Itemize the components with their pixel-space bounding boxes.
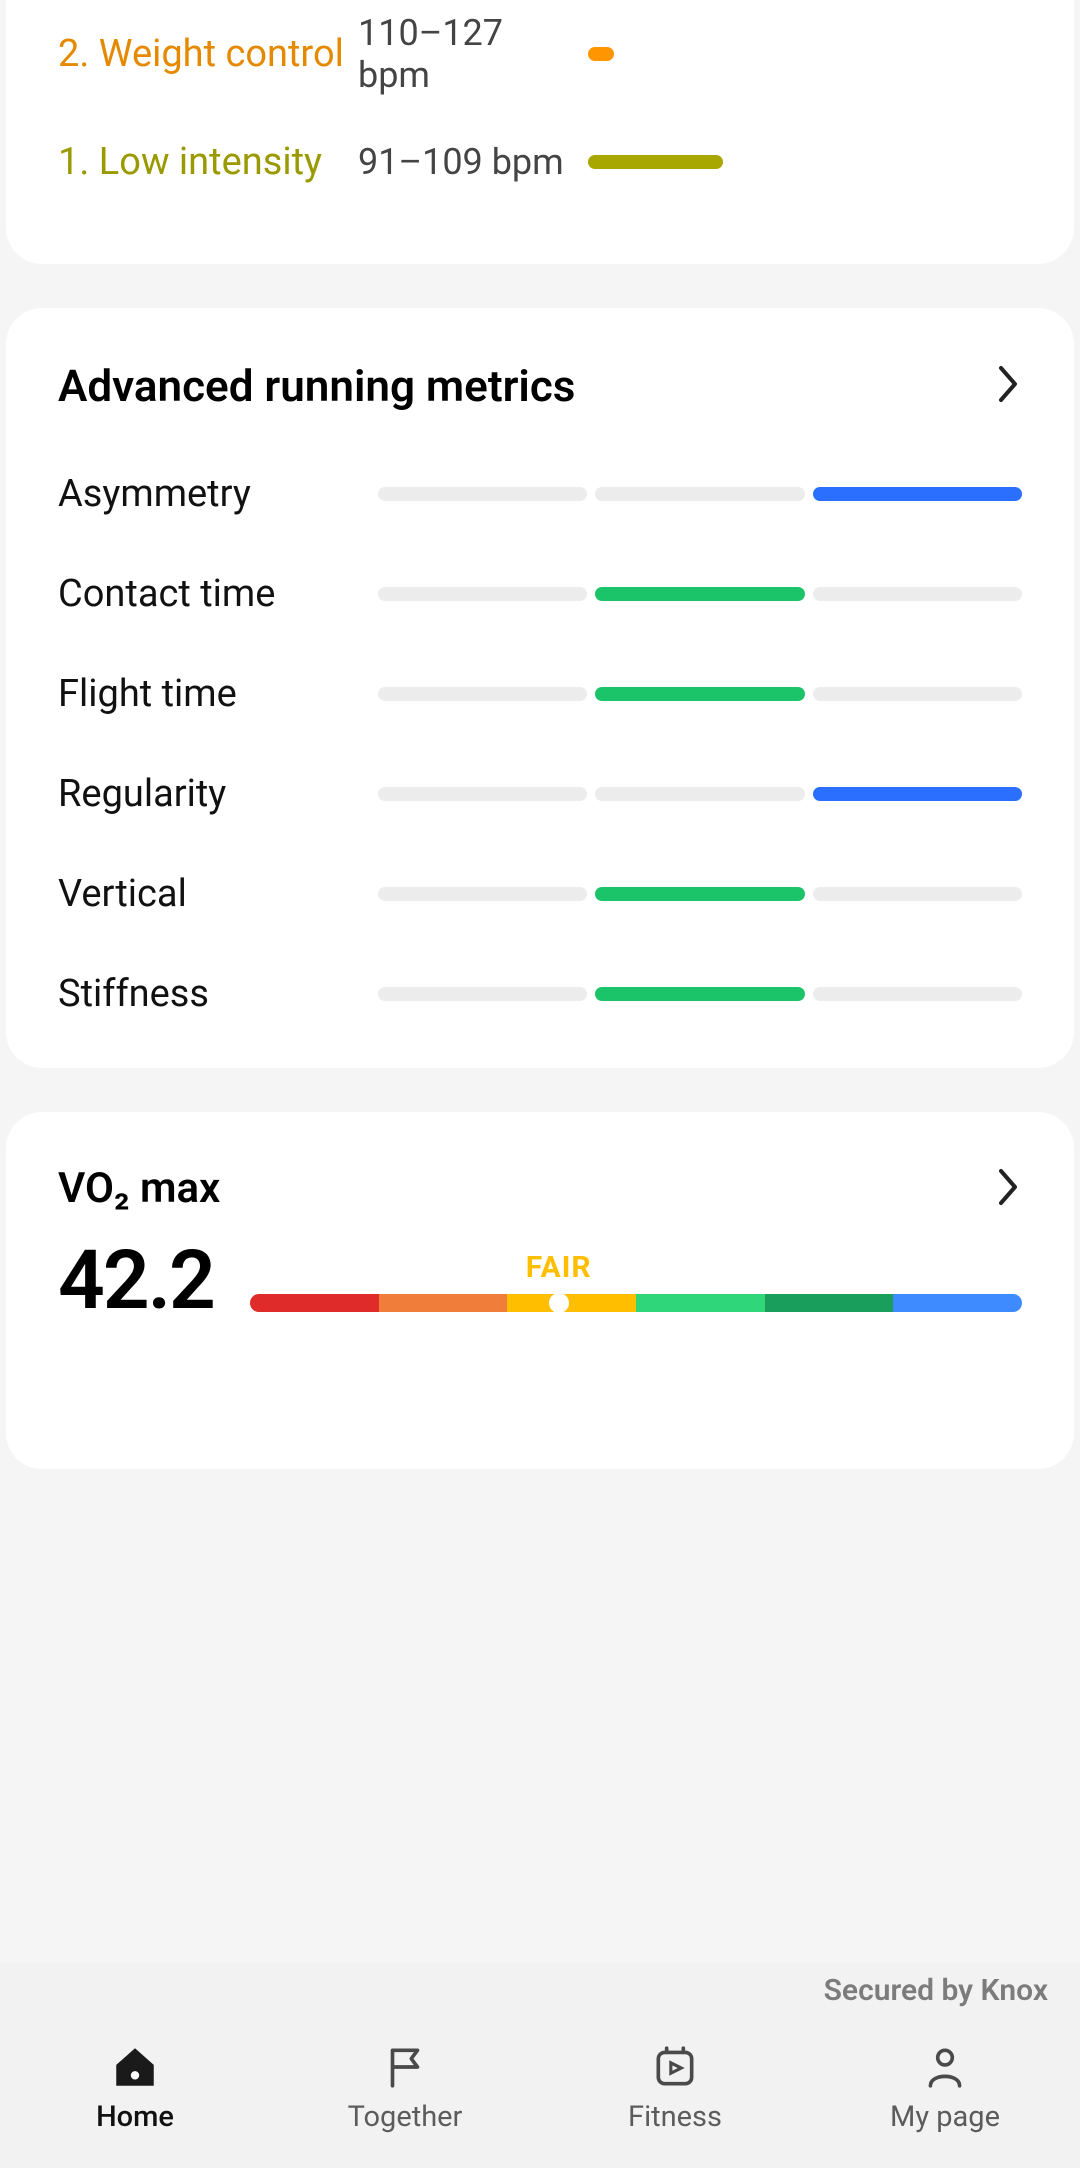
tab-fitness[interactable]: Fitness xyxy=(540,2008,810,2168)
hr-zone-row: 2. Weight control 110–127 bpm xyxy=(58,0,1022,108)
bottom-tabs: Home Together Fitness My page xyxy=(0,2008,1080,2168)
metric-bar xyxy=(378,587,1022,601)
advanced-running-metrics-card[interactable]: Advanced running metrics Asymmetry Contac… xyxy=(6,308,1074,1068)
hr-zone-range: 110–127 bpm xyxy=(358,12,578,96)
hr-zone-label: 2. Weight control xyxy=(58,32,358,76)
vo2-content: 42.2 FAIR xyxy=(58,1233,1022,1329)
metric-label: Contact time xyxy=(58,572,378,616)
metrics-title: Advanced running metrics xyxy=(58,360,575,412)
tab-together[interactable]: Together xyxy=(270,2008,540,2168)
chevron-right-icon xyxy=(996,1167,1022,1211)
metric-row: Regularity xyxy=(58,772,1022,816)
vo2-header[interactable]: VO₂ max xyxy=(58,1164,1022,1213)
metric-row: Flight time xyxy=(58,672,1022,716)
person-icon xyxy=(920,2042,970,2092)
hr-zone-label: 1. Low intensity xyxy=(58,140,358,184)
metrics-header[interactable]: Advanced running metrics xyxy=(58,360,1022,412)
hr-zone-range: 91–109 bpm xyxy=(358,141,578,183)
chevron-right-icon xyxy=(996,364,1022,408)
metric-bar xyxy=(378,787,1022,801)
hr-zones-card: 2. Weight control 110–127 bpm 1. Low int… xyxy=(6,0,1074,264)
metric-row: Asymmetry xyxy=(58,472,1022,516)
metric-label: Vertical xyxy=(58,872,378,916)
hr-zone-bar xyxy=(578,47,1022,61)
vo2-title: VO₂ max xyxy=(58,1164,220,1213)
vo2-marker-icon xyxy=(537,1294,581,1312)
metric-label: Flight time xyxy=(58,672,378,716)
metric-bar xyxy=(378,687,1022,701)
hr-zone-bar xyxy=(578,155,1022,169)
play-calendar-icon xyxy=(650,2042,700,2092)
metric-row: Stiffness xyxy=(58,972,1022,1016)
metric-row: Contact time xyxy=(58,572,1022,616)
metric-bar xyxy=(378,987,1022,1001)
metric-bar xyxy=(378,487,1022,501)
tab-label: Home xyxy=(96,2100,174,2134)
vo2-scale: FAIR xyxy=(250,1250,1022,1312)
tab-home[interactable]: Home xyxy=(0,2008,270,2168)
metric-label: Asymmetry xyxy=(58,472,378,516)
hr-zone-row: 1. Low intensity 91–109 bpm xyxy=(58,108,1022,216)
metric-label: Stiffness xyxy=(58,972,378,1016)
home-icon xyxy=(110,2042,160,2092)
tab-label: Fitness xyxy=(628,2100,722,2134)
tab-label: My page xyxy=(890,2100,1000,2134)
tab-label: Together xyxy=(348,2100,463,2134)
tab-my-page[interactable]: My page xyxy=(810,2008,1080,2168)
vo2-grade: FAIR xyxy=(526,1250,592,1285)
vo2-value: 42.2 xyxy=(58,1233,214,1329)
secured-by-knox: Secured by Knox xyxy=(0,1963,1080,2008)
metric-row: Vertical xyxy=(58,872,1022,916)
flag-icon xyxy=(380,2042,430,2092)
vo2-bar xyxy=(250,1294,1022,1312)
vo2-max-card[interactable]: VO₂ max 42.2 FAIR xyxy=(6,1112,1074,1469)
metric-bar xyxy=(378,887,1022,901)
metric-label: Regularity xyxy=(58,772,378,816)
bottom-bar: Secured by Knox Home Together Fitness My… xyxy=(0,1963,1080,2168)
